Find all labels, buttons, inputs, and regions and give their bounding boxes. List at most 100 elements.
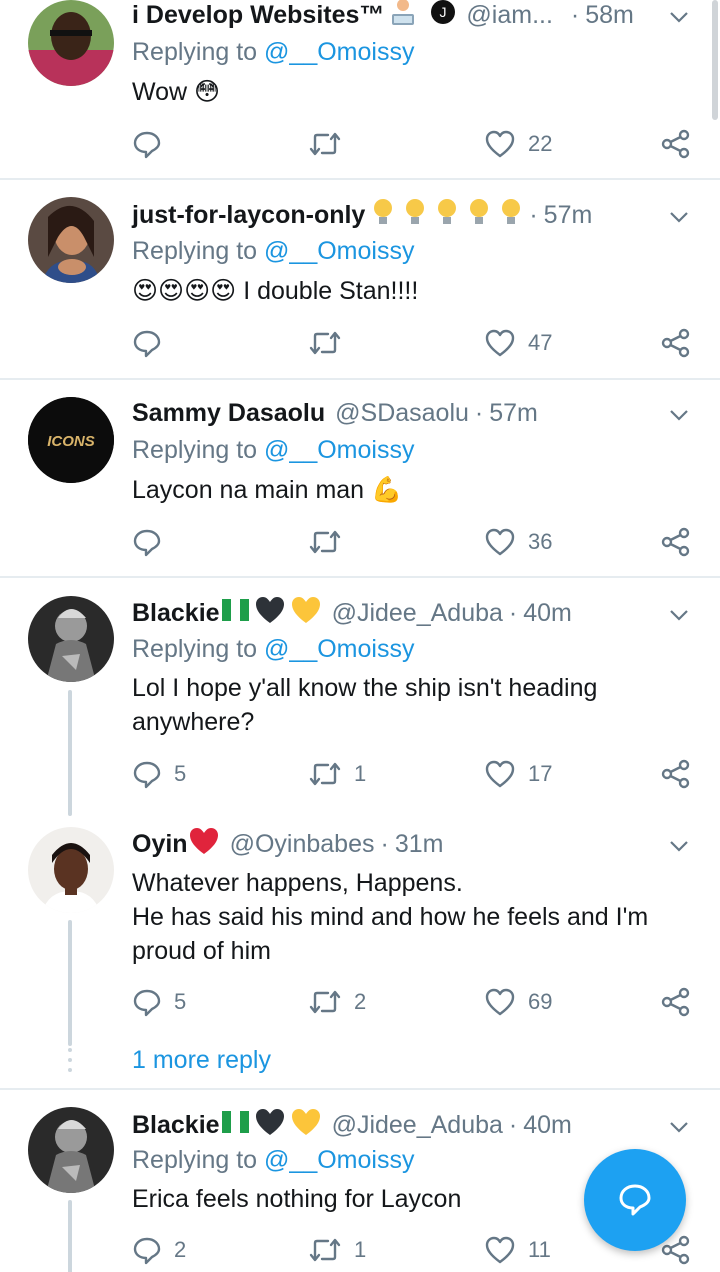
compose-reply-button[interactable] — [584, 1149, 686, 1251]
like-count: 17 — [528, 761, 553, 786]
tweet[interactable]: ICONS Sammy Dasaolu @SDasaolu · 57m Repl… — [0, 380, 720, 576]
like-button[interactable]: 17 — [484, 757, 552, 791]
like-icon — [485, 988, 515, 1016]
share-icon — [661, 328, 690, 358]
tweet[interactable]: i Develop Websites™ J @iam... · 58m Repl… — [0, 0, 720, 178]
like-button[interactable]: 11 — [484, 1233, 551, 1267]
retweet-count: 1 — [354, 761, 367, 786]
like-button[interactable]: 47 — [484, 326, 552, 360]
svg-text:J: J — [440, 4, 447, 20]
mention-link[interactable]: @__Omoissy — [264, 635, 414, 663]
replying-to: Replying to @__Omoissy — [132, 436, 415, 464]
nigeria-flag-emoji — [221, 1109, 250, 1142]
replying-to: Replying to @__Omoissy — [132, 1146, 415, 1174]
retweet-button[interactable] — [308, 326, 354, 360]
tweet-text: Laycon na main man 💪 — [132, 476, 403, 504]
reply-button[interactable] — [132, 127, 174, 161]
reply-button[interactable] — [132, 525, 174, 559]
author-handle[interactable]: @iam... — [466, 1, 553, 30]
more-replies-link[interactable]: 1 more reply — [132, 1046, 271, 1075]
share-button[interactable] — [660, 326, 692, 360]
timestamp[interactable]: 40m — [523, 599, 572, 628]
letter-j-badge-icon: J — [430, 0, 456, 32]
like-button[interactable]: 36 — [484, 525, 552, 559]
retweet-button[interactable] — [308, 127, 354, 161]
reply-button[interactable]: 5 — [132, 985, 186, 1019]
author-handle[interactable]: @SDasaolu — [335, 399, 469, 428]
chevron-down-icon[interactable] — [668, 6, 690, 28]
avatar[interactable] — [28, 596, 114, 682]
replying-to: Replying to @__Omoissy — [132, 635, 415, 663]
share-icon — [661, 129, 690, 159]
share-icon — [661, 759, 690, 789]
timestamp[interactable]: 31m — [395, 830, 444, 859]
author-name[interactable]: Oyin — [132, 830, 188, 859]
tweet[interactable]: Blackie @Jidee_Aduba · 40m Replying to @… — [0, 578, 720, 816]
scrollbar[interactable] — [712, 0, 718, 120]
avatar[interactable]: ICONS — [28, 397, 114, 483]
thread-line — [68, 1200, 72, 1272]
reply-button[interactable] — [132, 326, 174, 360]
thread-line — [68, 690, 72, 816]
like-icon — [485, 1236, 515, 1264]
share-button[interactable] — [660, 757, 692, 791]
chevron-down-icon[interactable] — [668, 604, 690, 626]
black-heart-emoji — [254, 595, 286, 632]
replying-to: Replying to @__Omoissy — [132, 237, 415, 265]
tweet-text: Whatever happens, Happens. He has said h… — [132, 869, 649, 965]
timestamp[interactable]: 57m — [489, 399, 538, 428]
timestamp[interactable]: 40m — [523, 1111, 572, 1140]
author-name[interactable]: Sammy Dasaolu — [132, 399, 325, 428]
author-name[interactable]: just-for-laycon-only — [132, 201, 365, 230]
red-heart-emoji — [188, 826, 220, 863]
author-name[interactable]: i Develop Websites™ — [132, 1, 384, 30]
share-button[interactable] — [660, 985, 692, 1019]
like-count: 69 — [528, 989, 553, 1014]
avatar[interactable] — [28, 197, 114, 283]
reply-button[interactable]: 5 — [132, 757, 186, 791]
author-handle[interactable]: @Jidee_Aduba — [332, 599, 503, 628]
retweet-icon — [309, 762, 341, 786]
retweet-button[interactable]: 1 — [308, 757, 366, 791]
reply-icon — [133, 989, 161, 1017]
like-count: 47 — [528, 330, 553, 355]
author-name[interactable]: Blackie — [132, 599, 220, 628]
like-count: 36 — [528, 529, 553, 554]
replying-to: Replying to @__Omoissy — [132, 38, 415, 66]
reply-icon — [133, 330, 161, 358]
tweet[interactable]: just-for-laycon-only · 57m Replying to @… — [0, 180, 720, 378]
author-name[interactable]: Blackie — [132, 1111, 220, 1140]
avatar[interactable] — [28, 1107, 114, 1193]
author-handle[interactable]: @Oyinbabes — [230, 830, 375, 859]
reply-button[interactable]: 2 — [132, 1233, 186, 1267]
share-button[interactable] — [660, 127, 692, 161]
like-icon — [485, 760, 515, 788]
chevron-down-icon[interactable] — [668, 404, 690, 426]
reply-icon — [133, 529, 161, 557]
retweet-button[interactable] — [308, 525, 354, 559]
chevron-down-icon[interactable] — [668, 835, 690, 857]
tweet-text: 😍😍😍😍 I double Stan!!!! — [132, 277, 419, 305]
author-handle[interactable]: @Jidee_Aduba — [332, 1111, 503, 1140]
avatar-logo-text: ICONS — [47, 433, 95, 450]
yellow-heart-emoji — [290, 595, 322, 632]
tweet-text: Wow 😳 — [132, 78, 221, 106]
share-button[interactable] — [660, 525, 692, 559]
mention-link[interactable]: @__Omoissy — [264, 1146, 414, 1174]
mention-link[interactable]: @__Omoissy — [264, 38, 414, 66]
mention-link[interactable]: @__Omoissy — [264, 237, 414, 265]
like-button[interactable]: 22 — [484, 127, 552, 161]
yellow-heart-emoji — [290, 1107, 322, 1144]
like-icon — [485, 528, 515, 556]
tweet[interactable]: Oyin @Oyinbabes · 31m Whatever happens, … — [0, 810, 720, 1046]
timestamp[interactable]: 58m — [585, 1, 634, 30]
timestamp[interactable]: 57m — [544, 201, 593, 230]
chevron-down-icon[interactable] — [668, 1116, 690, 1138]
chevron-down-icon[interactable] — [668, 206, 690, 228]
avatar[interactable] — [28, 827, 114, 913]
mention-link[interactable]: @__Omoissy — [264, 436, 414, 464]
like-button[interactable]: 69 — [484, 985, 552, 1019]
retweet-button[interactable]: 2 — [308, 985, 366, 1019]
retweet-button[interactable]: 1 — [308, 1233, 366, 1267]
avatar[interactable] — [28, 0, 114, 86]
